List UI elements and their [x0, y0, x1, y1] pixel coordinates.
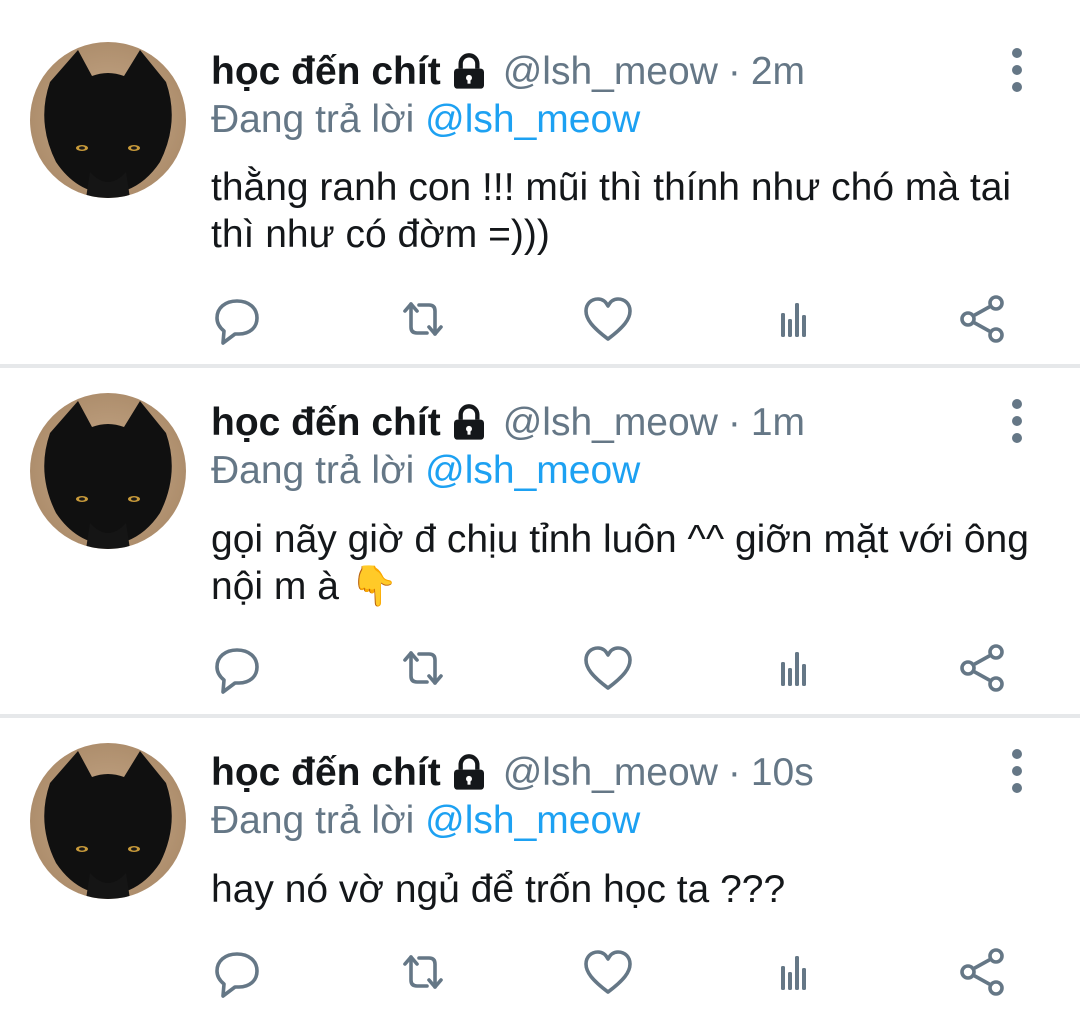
display-name[interactable]: học đến chít: [211, 751, 441, 795]
action-bar: [0, 942, 1080, 1002]
separator-dot: ·: [727, 401, 741, 444]
user-handle[interactable]: @lsh_meow: [503, 401, 718, 445]
tweet-header: học đến chít @lsh_meow · 2m: [211, 42, 805, 102]
tweet[interactable]: học đến chít @lsh_meow · 2m Đang trả lời…: [0, 0, 1080, 364]
analytics-icon[interactable]: [765, 289, 825, 349]
retweet-icon[interactable]: [393, 942, 453, 1002]
separator-dot: ·: [727, 751, 741, 794]
timestamp: 10s: [750, 751, 814, 794]
reply-icon[interactable]: [207, 289, 267, 349]
heart-icon[interactable]: [578, 942, 638, 1002]
replying-to: Đang trả lời @lsh_meow: [211, 449, 640, 493]
user-handle[interactable]: @lsh_meow: [503, 50, 718, 94]
reply-icon[interactable]: [207, 638, 267, 698]
timestamp: 2m: [750, 50, 806, 93]
tweet-header: học đến chít @lsh_meow · 1m: [211, 393, 805, 453]
more-vertical-icon[interactable]: [1000, 40, 1034, 100]
separator-dot: ·: [727, 50, 741, 93]
share-icon[interactable]: [952, 289, 1012, 349]
tweet[interactable]: học đến chít @lsh_meow · 1m Đang trả lời…: [0, 368, 1080, 714]
mention-link[interactable]: @lsh_meow: [425, 799, 640, 842]
action-bar: [0, 289, 1080, 349]
tweet-text: gọi nãy giờ đ chịu tỉnh luôn ^^ giỡn mặt…: [211, 518, 1029, 608]
action-bar: [0, 638, 1080, 698]
more-vertical-icon[interactable]: [1000, 741, 1034, 801]
share-icon[interactable]: [952, 638, 1012, 698]
heart-icon[interactable]: [578, 289, 638, 349]
retweet-icon[interactable]: [393, 289, 453, 349]
avatar[interactable]: [30, 393, 186, 549]
replying-prefix: Đang trả lời: [211, 449, 415, 492]
avatar[interactable]: [30, 42, 186, 198]
tweet-text: hay nó vờ ngủ để trốn học ta ???: [211, 868, 786, 911]
reply-icon[interactable]: [207, 942, 267, 1002]
timestamp: 1m: [750, 401, 806, 444]
replying-prefix: Đang trả lời: [211, 98, 415, 141]
heart-icon[interactable]: [578, 638, 638, 698]
retweet-icon[interactable]: [393, 638, 453, 698]
replying-to: Đang trả lời @lsh_meow: [211, 98, 640, 142]
mention-link[interactable]: @lsh_meow: [425, 98, 640, 141]
more-vertical-icon[interactable]: [1000, 391, 1034, 451]
tweet-header: học đến chít @lsh_meow · 10s: [211, 743, 814, 803]
mention-link[interactable]: @lsh_meow: [425, 449, 640, 492]
user-handle[interactable]: @lsh_meow: [503, 751, 718, 795]
display-name[interactable]: học đến chít: [211, 401, 441, 445]
analytics-icon[interactable]: [765, 942, 825, 1002]
replying-to: Đang trả lời @lsh_meow: [211, 799, 640, 843]
tweet-text: thằng ranh con !!! mũi thì thính như chó…: [211, 166, 1012, 256]
tweet[interactable]: học đến chít @lsh_meow · 10s Đang trả lờ…: [0, 718, 1080, 1018]
avatar[interactable]: [30, 743, 186, 899]
lock-icon: [449, 52, 489, 92]
lock-icon: [449, 403, 489, 443]
share-icon[interactable]: [952, 942, 1012, 1002]
replying-prefix: Đang trả lời: [211, 799, 415, 842]
display-name[interactable]: học đến chít: [211, 50, 441, 94]
analytics-icon[interactable]: [765, 638, 825, 698]
lock-icon: [449, 753, 489, 793]
